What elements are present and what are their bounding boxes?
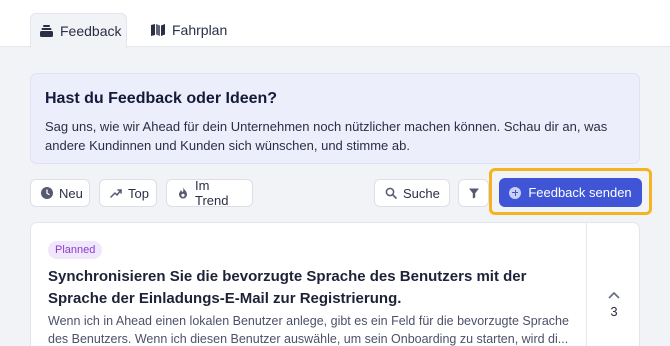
trending-up-icon (110, 187, 122, 199)
status-badge: Planned (48, 241, 103, 259)
filter-top-button[interactable]: Top (99, 179, 157, 207)
tab-feedback-label: Feedback (60, 23, 122, 39)
search-icon (385, 187, 397, 199)
info-text: Sag uns, wie wir Ahead für dein Unterneh… (45, 119, 608, 153)
filter-trend-label: Im Trend (195, 178, 229, 208)
filter-new-label: Neu (59, 185, 83, 201)
filter-top-label: Top (128, 185, 149, 201)
search-button[interactable]: Suche (374, 179, 450, 207)
post-description: Wenn ich in Ahead einen lokalen Benutzer… (48, 314, 569, 346)
upvote-button[interactable]: 3 (587, 283, 641, 333)
plus-circle-icon (509, 186, 522, 199)
tab-fahrplan[interactable]: Fahrplan (151, 13, 227, 47)
tab-bar: Feedback Fahrplan (0, 0, 670, 48)
filter-button[interactable] (458, 179, 489, 207)
chevron-up-icon (608, 283, 620, 299)
info-title: Hast du Feedback oder Ideen? (45, 90, 278, 107)
vote-count: 3 (610, 304, 618, 319)
filter-new-button[interactable]: Neu (30, 179, 90, 207)
inbox-stack-icon (40, 25, 53, 37)
send-feedback-label: Feedback senden (528, 185, 632, 200)
info-banner: Hast du Feedback oder Ideen? Sag uns, wi… (30, 73, 640, 164)
send-feedback-button[interactable]: Feedback senden (499, 178, 642, 207)
map-icon (151, 24, 165, 36)
feedback-post-card[interactable]: Planned Synchronisieren Sie die bevorzug… (30, 222, 640, 346)
filter-trend-button[interactable]: Im Trend (166, 178, 253, 208)
tab-fahrplan-label: Fahrplan (172, 22, 228, 38)
filter-funnel-icon (468, 187, 480, 199)
flame-icon (177, 187, 189, 199)
tab-feedback[interactable]: Feedback (30, 13, 127, 48)
clock-icon (41, 187, 53, 199)
search-label: Suche (403, 185, 440, 201)
post-title[interactable]: Synchronisieren Sie die bevorzugte Sprac… (48, 266, 583, 310)
